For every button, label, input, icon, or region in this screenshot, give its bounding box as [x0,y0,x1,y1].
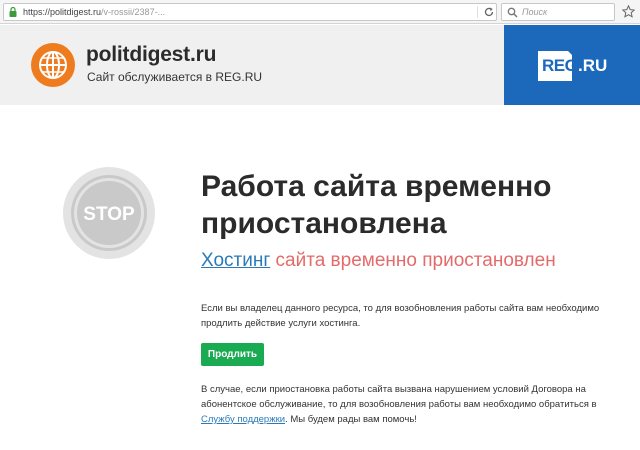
renew-button[interactable]: Продлить [201,343,264,366]
regru-logo-ru: .RU [578,56,608,75]
url-host: https://politdigest.ru [23,7,102,17]
url-path: /v-rossii/2387-... [101,7,166,17]
site-header: politdigest.ru Сайт обслуживается в REG.… [0,25,640,105]
reload-icon[interactable] [483,6,495,18]
search-placeholder: Поиск [522,7,548,17]
lock-icon [9,7,17,17]
hosting-link[interactable]: Хостинг [201,250,270,271]
status-text: сайта временно приостановлен [275,250,556,271]
page-title: Работа сайта временно приостановлена [201,170,552,240]
owner-notice: Если вы владелец данного ресурса, то для… [201,303,600,329]
stop-sign-icon: STOP [63,167,155,259]
support-link[interactable]: Службу поддержки [201,414,285,425]
violation-notice: В случае, если приостановка работы сайта… [201,382,621,427]
url-text: https://politdigest.ru/v-rossii/2387-... [23,7,165,17]
violation-notice-text: В случае, если приостановка работы сайта… [201,384,597,410]
violation-notice-end: . Мы будем рады вам помочь! [285,414,417,425]
bookmark-star-icon[interactable] [622,5,635,18]
regru-logo-block[interactable]: REG .RU [504,25,640,105]
address-bar[interactable]: https://politdigest.ru/v-rossii/2387-... [3,3,497,21]
url-divider [477,6,478,18]
site-subtitle: Сайт обслуживается в REG.RU [87,70,263,84]
search-icon [507,7,518,18]
globe-icon [31,43,75,87]
regru-logo-reg: REG [542,56,578,75]
status-subtitle: Хостинг сайта временно приостановлен [201,250,556,272]
stop-sign-text: STOP [83,204,135,225]
browser-toolbar: https://politdigest.ru/v-rossii/2387-...… [0,0,640,24]
search-box[interactable]: Поиск [501,3,615,21]
regru-logo: REG .RU [538,51,628,81]
site-name: politdigest.ru [86,43,217,66]
